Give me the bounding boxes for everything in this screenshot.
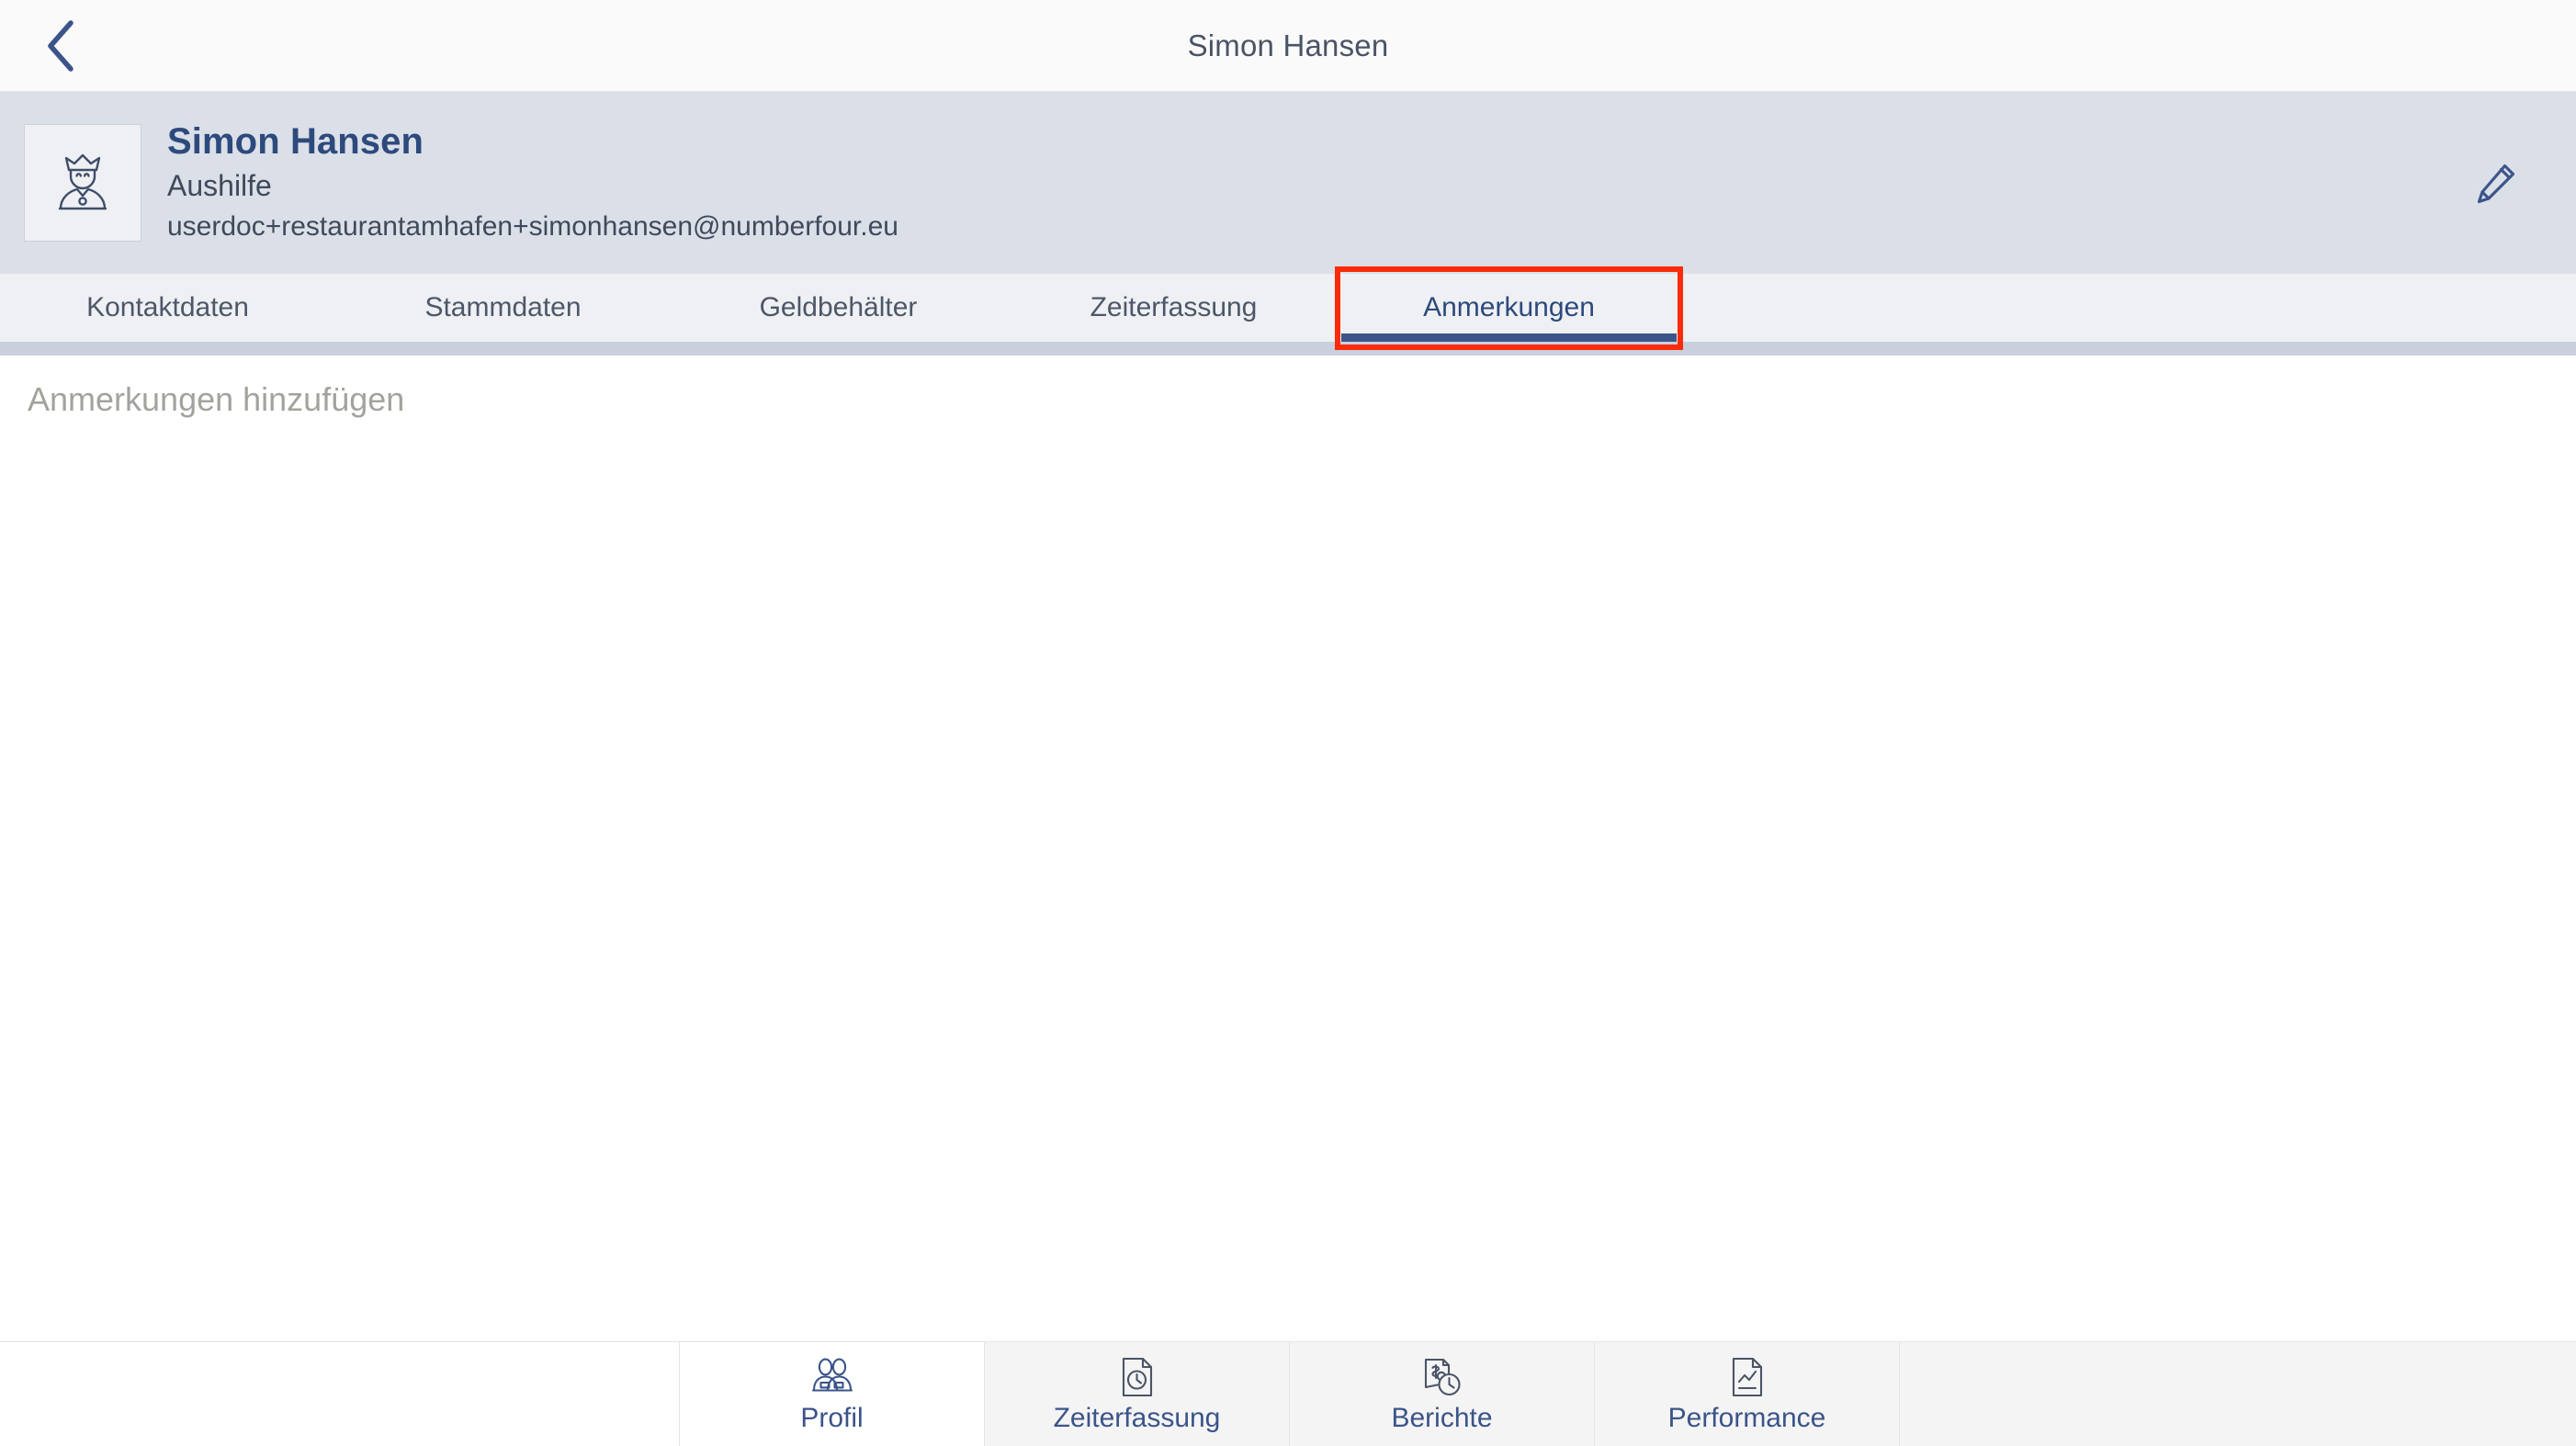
bottom-nav-label: Profil (800, 1403, 864, 1433)
profile-name: Simon Hansen (167, 120, 424, 162)
document-chart-icon (1729, 1353, 1766, 1401)
tab-kontaktdaten[interactable]: Kontaktdaten (0, 274, 335, 342)
tab-label: Geldbehälter (759, 292, 918, 322)
tab-zeiterfassung[interactable]: Zeiterfassung (1006, 274, 1341, 342)
bottom-nav-spacer (0, 1342, 680, 1446)
profile-email: userdoc+restaurantamhafen+simonhansen@nu… (167, 210, 898, 242)
chevron-left-icon (43, 19, 76, 73)
two-people-icon (811, 1353, 853, 1401)
page-title: Simon Hansen (1187, 28, 1389, 62)
notes-input[interactable] (0, 356, 2576, 422)
tabbar-divider (0, 342, 2576, 356)
app-root: Simon Hansen Simon Hansen Aushilfe userd… (0, 0, 2576, 1446)
bottom-navigation: Profil Zeiterfassung Berichte Performanc… (0, 1341, 2576, 1446)
tab-label: Kontaktdaten (86, 292, 249, 322)
bottom-nav-item-berichte[interactable]: Berichte (1290, 1342, 1595, 1446)
back-button[interactable] (18, 0, 101, 92)
profile-details: Simon Hansen Aushilfe userdoc+restaurant… (167, 120, 898, 246)
bottom-nav-label: Berichte (1391, 1403, 1493, 1433)
edit-profile-button[interactable] (2455, 141, 2537, 224)
tab-anmerkungen[interactable]: Anmerkungen (1335, 266, 1683, 350)
active-tab-underline (1341, 333, 1677, 342)
receipt-money-clock-icon (1421, 1353, 1463, 1401)
notes-content-area (0, 356, 2576, 1341)
tab-label: Anmerkungen (1423, 292, 1595, 322)
bottom-nav-label: Performance (1667, 1403, 1826, 1433)
tab-label: Stammdaten (424, 292, 582, 322)
profile-header: Simon Hansen Aushilfe userdoc+restaurant… (0, 92, 2576, 274)
tab-stammdaten[interactable]: Stammdaten (335, 274, 671, 342)
profile-role: Aushilfe (167, 168, 272, 202)
avatar (24, 124, 141, 242)
king-person-avatar-icon (48, 148, 118, 218)
bottom-nav-item-zeiterfassung[interactable]: Zeiterfassung (985, 1342, 1290, 1446)
bottom-nav-label: Zeiterfassung (1053, 1403, 1221, 1433)
bottom-nav-item-profil[interactable]: Profil (680, 1342, 985, 1446)
bottom-nav-item-performance[interactable]: Performance (1595, 1342, 1900, 1446)
pencil-edit-icon (2473, 160, 2519, 206)
tab-label: Zeiterfassung (1090, 292, 1258, 322)
profile-tabbar: Kontaktdaten Stammdaten Geldbehälter Zei… (0, 266, 2576, 350)
tab-geldbehaelter[interactable]: Geldbehälter (671, 274, 1006, 342)
document-clock-icon (1119, 1353, 1156, 1401)
bottom-nav-tail (1900, 1342, 2576, 1446)
titlebar: Simon Hansen (0, 0, 2576, 92)
